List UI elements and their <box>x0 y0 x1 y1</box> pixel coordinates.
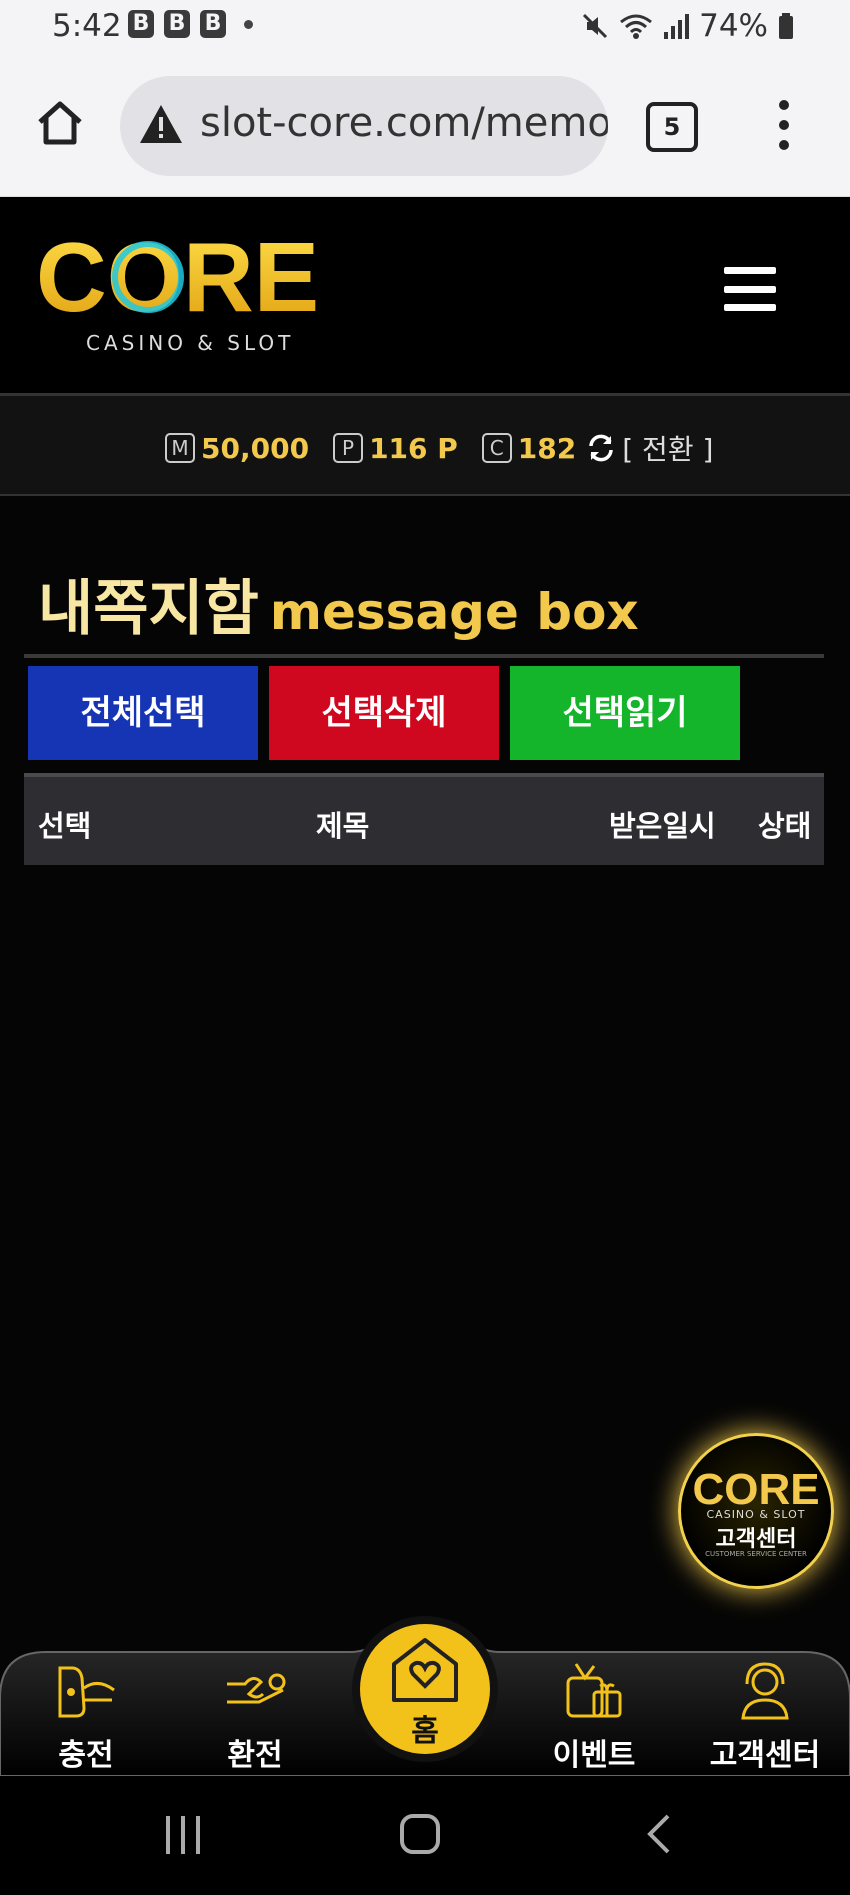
logo-wordmark: CORE <box>36 222 319 332</box>
nav-home-label[interactable]: 홈 <box>360 1706 490 1750</box>
core-logo[interactable]: CORE CASINO & SLOT <box>36 222 346 355</box>
system-home-icon[interactable] <box>398 1812 442 1856</box>
column-received: 받은일시 <box>609 809 716 843</box>
delete-selected-button[interactable]: 선택삭제 <box>269 666 499 760</box>
more-notifications-dot <box>244 19 253 29</box>
badge-subtitle: CASINO & SLOT <box>706 1508 806 1521</box>
switch-label[interactable]: [ 전환 ] <box>622 428 713 468</box>
column-title: 제목 <box>316 809 370 843</box>
switch-button[interactable]: [ 전환 ] <box>586 428 713 468</box>
mute-icon <box>583 13 608 39</box>
page-title-korean: 내쪽지함 <box>38 574 259 644</box>
hamburger-menu-icon[interactable] <box>724 267 776 311</box>
home-icon[interactable] <box>34 96 86 148</box>
action-bar: 전체선택 선택삭제 선택읽기 <box>24 654 824 764</box>
notification-b-icon: B <box>200 10 226 38</box>
point-icon: P <box>333 433 364 463</box>
browser-menu-icon[interactable] <box>778 100 790 150</box>
address-bar[interactable]: slot-core.com/memo <box>120 76 608 176</box>
badge-label: 고객센터 <box>715 1527 797 1552</box>
tab-switcher-button[interactable]: 5 <box>646 102 698 152</box>
badge-logo: CORE <box>692 1465 819 1508</box>
status-time: 5:42 <box>52 8 122 44</box>
message-table-header: 선택 제목 받은일시 상태 <box>24 773 824 865</box>
battery-icon <box>779 13 793 39</box>
page-title: 내쪽지함 message box <box>38 560 639 647</box>
notification-icons: B B B <box>128 10 253 38</box>
system-navigation-bar <box>0 1776 850 1895</box>
notification-b-icon: B <box>128 10 154 38</box>
read-selected-button[interactable]: 선택읽기 <box>510 666 740 760</box>
home-heart-icon <box>392 1638 458 1702</box>
column-select: 선택 <box>38 809 92 843</box>
gift-icon <box>566 1663 622 1718</box>
signal-icon <box>664 14 690 39</box>
page-title-english: message box <box>269 583 639 641</box>
svg-text:CORE: CORE <box>692 1465 819 1508</box>
coin-value: 182 <box>517 431 577 465</box>
customer-service-badge[interactable]: CORE CASINO & SLOT 고객센터 CUSTOMER SERVICE… <box>678 1433 834 1589</box>
nav-exchange-label[interactable]: 환전 <box>195 1730 315 1774</box>
site-header: CORE CASINO & SLOT <box>0 197 850 396</box>
support-agent-icon <box>741 1662 789 1720</box>
nav-support-label[interactable]: 고객센터 <box>705 1730 825 1774</box>
logo-subtitle: CASINO & SLOT <box>86 331 295 355</box>
svg-text:CORE: CORE <box>36 231 319 323</box>
charge-icon <box>58 1666 115 1718</box>
status-bar: 5:42 B B B 74% <box>0 0 850 56</box>
coin-icon: C <box>481 433 512 463</box>
column-status: 상태 <box>758 809 812 843</box>
browser-toolbar: slot-core.com/memo 5 <box>0 56 850 197</box>
nav-home[interactable]: 홈 <box>360 1624 490 1754</box>
badge-caption: CUSTOMER SERVICE CENTER <box>705 1550 807 1558</box>
refresh-icon <box>589 434 613 462</box>
recent-apps-icon[interactable] <box>162 1814 204 1856</box>
point-value: 116 P <box>369 431 458 465</box>
wifi-icon <box>620 14 653 39</box>
warning-icon[interactable] <box>138 102 184 146</box>
battery-percent: 74% <box>699 8 768 44</box>
notification-b-icon: B <box>164 10 190 38</box>
nav-event[interactable]: 이벤트 <box>534 1660 654 1774</box>
nav-event-label[interactable]: 이벤트 <box>534 1730 654 1774</box>
nav-exchange[interactable]: 환전 <box>195 1660 315 1774</box>
url-text[interactable]: slot-core.com/memo <box>200 100 608 146</box>
select-all-button[interactable]: 전체선택 <box>28 666 258 760</box>
nav-support[interactable]: 고객센터 <box>705 1660 825 1774</box>
money-icon: M <box>165 433 195 463</box>
balance-bar: M 50,000 P 116 P C 182 [ 전환 ] <box>0 396 850 496</box>
bottom-navigation: 충전 환전 홈 이벤트 고객센터 <box>0 1624 850 1776</box>
nav-charge-label[interactable]: 충전 <box>26 1730 146 1774</box>
back-icon[interactable] <box>644 1812 674 1856</box>
exchange-icon <box>227 1673 286 1704</box>
nav-charge[interactable]: 충전 <box>26 1660 146 1774</box>
money-value: 50,000 <box>201 431 310 465</box>
status-right: 74% <box>581 8 794 44</box>
